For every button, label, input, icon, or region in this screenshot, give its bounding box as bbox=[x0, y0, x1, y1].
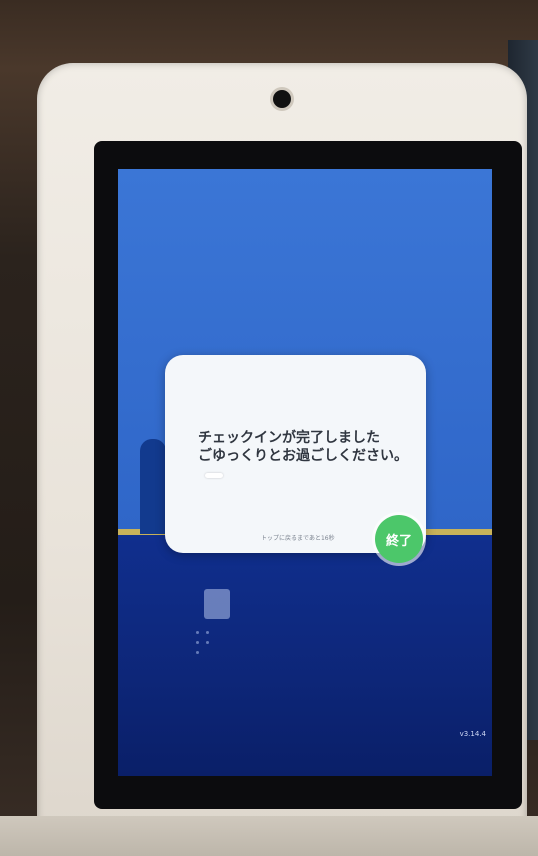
countdown-text: トップに戻るまであと16秒 bbox=[261, 535, 335, 542]
person-illustration bbox=[140, 439, 166, 534]
screen-lower-area bbox=[118, 534, 492, 776]
progress-indicator bbox=[205, 473, 223, 478]
decorative-dots bbox=[194, 629, 224, 659]
card-reader-illustration bbox=[204, 589, 230, 619]
message-line-2: ごゆっくりとお過ごしください。 bbox=[198, 448, 408, 464]
kiosk-base bbox=[0, 816, 538, 856]
kiosk-screen: v3.14.4 チェックインが完了しました ごゆっくりとお過ごしください。 トッ… bbox=[118, 169, 492, 776]
camera-icon bbox=[273, 90, 291, 108]
dialog-message: チェックインが完了しました ごゆっくりとお過ごしください。 bbox=[198, 429, 423, 465]
end-button[interactable]: 終了 bbox=[375, 515, 423, 563]
message-line-1: チェックインが完了しました bbox=[198, 430, 380, 446]
version-label: v3.14.4 bbox=[459, 730, 486, 738]
